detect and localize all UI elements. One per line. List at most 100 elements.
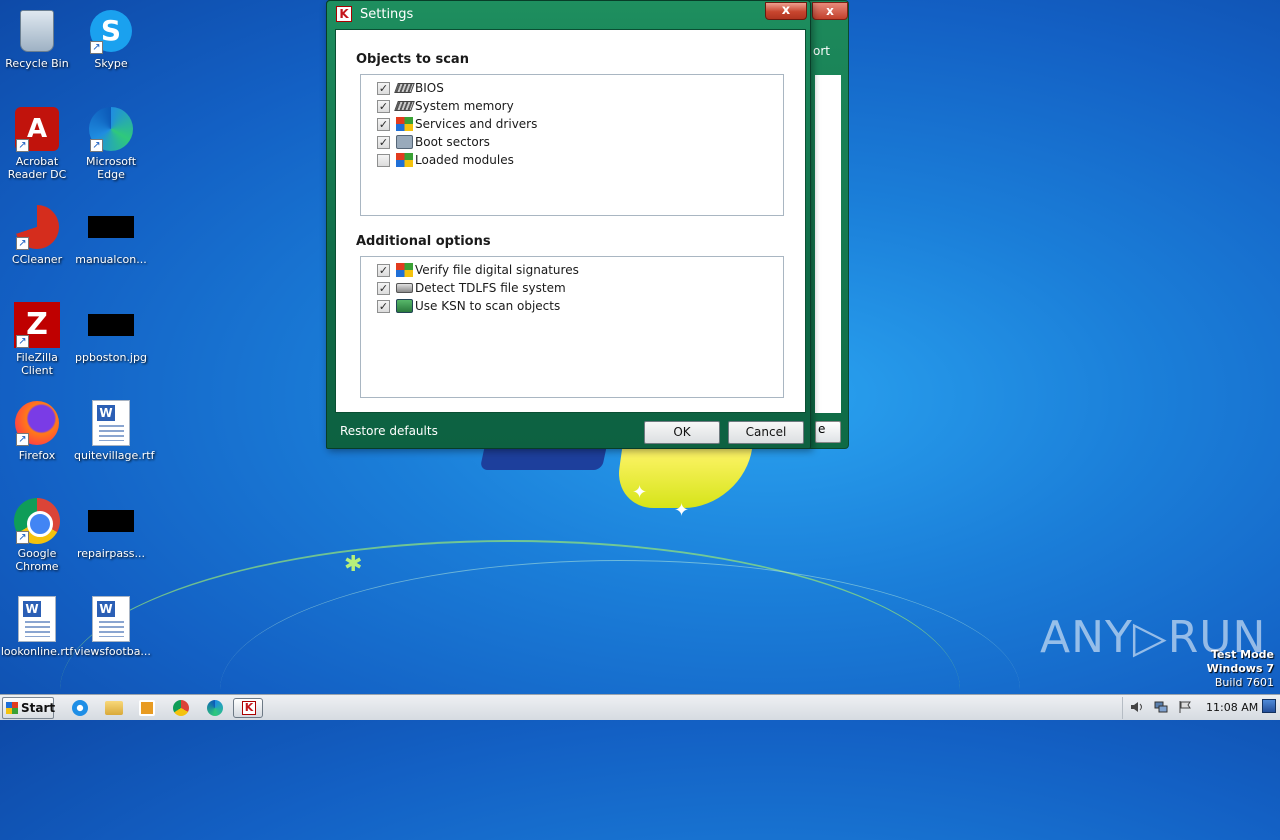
chip-icon xyxy=(394,101,415,111)
edge-taskbar-icon[interactable] xyxy=(207,700,223,716)
detect-tdlfs-checkbox[interactable]: ✓ xyxy=(377,281,390,295)
shortcut-arrow-icon: ↗ xyxy=(16,139,29,152)
wallpaper-swoosh-thin xyxy=(220,560,1020,820)
verify-signatures-checkbox[interactable]: ✓ xyxy=(377,263,390,277)
system-memory-checkbox[interactable]: ✓ xyxy=(377,99,390,113)
desktop-icon-viewsfootba[interactable]: W viewsfootba... xyxy=(74,596,151,658)
option-label: Detect TDLFS file system xyxy=(415,281,566,295)
dialog-title: Settings xyxy=(360,7,414,22)
loaded-modules-checkbox[interactable] xyxy=(377,153,390,167)
desktop-icon-label: Acrobat Reader DC xyxy=(7,155,67,181)
start-button[interactable]: Start xyxy=(2,697,56,719)
desktop-icon-label: Firefox xyxy=(18,449,56,462)
option-boot-sectors[interactable]: ✓ Boot sectors xyxy=(361,133,783,151)
disk-icon xyxy=(396,283,413,293)
internet-explorer-icon[interactable] xyxy=(72,700,88,716)
desktop-icon-chrome[interactable]: ↗ Google Chrome xyxy=(0,498,74,573)
ok-button[interactable]: OK xyxy=(644,421,720,444)
desktop-icon-manualcon[interactable]: manualcon... xyxy=(74,204,148,266)
desktop-icon-ccleaner[interactable]: ↗ CCleaner xyxy=(0,204,74,266)
shortcut-arrow-icon: ↗ xyxy=(90,139,103,152)
desktop-icon-ppboston[interactable]: ppboston.jpg xyxy=(74,302,148,364)
desktop-icon-lookonline[interactable]: W lookonline.rtf xyxy=(0,596,74,658)
option-label: Loaded modules xyxy=(415,153,514,167)
option-label: Use KSN to scan objects xyxy=(415,299,561,313)
filezilla-icon: Z ↗ xyxy=(14,302,60,348)
desktop-icon-filezilla[interactable]: Z ↗ FileZilla Client xyxy=(0,302,74,377)
desktop-icon-label: Skype xyxy=(94,57,128,70)
objects-to-scan-title: Objects to scan xyxy=(356,52,469,67)
desktop-icon-edge[interactable]: ↗ Microsoft Edge xyxy=(74,106,148,181)
speaker-icon[interactable] xyxy=(1130,701,1144,713)
show-desktop-button[interactable] xyxy=(1262,699,1276,713)
test-mode-watermark: Test Mode Windows 7 Build 7601 xyxy=(1207,648,1274,690)
skype-icon: S ↗ xyxy=(88,8,134,54)
test-mode-label: Test Mode xyxy=(1211,648,1274,661)
desktop-icon-quitevillage[interactable]: W quitevillage.rtf xyxy=(74,400,154,462)
settings-dialog: K Settings x Objects to scan ✓ BIOS ✓ Sy… xyxy=(326,0,811,449)
desktop-icon-acrobat[interactable]: A ↗ Acrobat Reader DC xyxy=(0,106,74,181)
option-verify-signatures[interactable]: ✓ Verify file digital signatures xyxy=(361,261,783,279)
desktop-icon-label: repairpass... xyxy=(76,547,146,560)
desktop-icon-label: CCleaner xyxy=(11,253,63,266)
option-bios[interactable]: ✓ BIOS xyxy=(361,79,783,97)
kaspersky-taskbar-button[interactable]: K xyxy=(233,698,263,718)
main-window-partial-button[interactable]: e xyxy=(815,421,841,443)
word-document-icon: W xyxy=(14,596,60,642)
word-document-icon: W xyxy=(88,400,134,446)
option-use-ksn[interactable]: ✓ Use KSN to scan objects xyxy=(361,297,783,315)
shortcut-arrow-icon: ↗ xyxy=(90,41,103,54)
close-button[interactable]: x xyxy=(765,2,807,20)
ksn-icon xyxy=(396,299,413,313)
taskbar: Start K 11:08 AM xyxy=(0,694,1280,720)
desktop-icon-label: FileZilla Client xyxy=(16,351,58,377)
use-ksn-checkbox[interactable]: ✓ xyxy=(377,299,390,313)
main-window-partial-label[interactable]: ort xyxy=(813,44,830,58)
desktop-icon-firefox[interactable]: ↗ Firefox xyxy=(0,400,74,462)
desktop-icon-label: quitevillage.rtf xyxy=(74,449,155,462)
dialog-content: Objects to scan ✓ BIOS ✓ System memory ✓… xyxy=(335,29,806,413)
bios-checkbox[interactable]: ✓ xyxy=(377,81,390,95)
boot-sector-icon xyxy=(396,135,413,149)
main-window-close-button[interactable]: x xyxy=(812,2,848,20)
desktop-icon-label: Microsoft Edge xyxy=(85,155,137,181)
option-label: System memory xyxy=(415,99,514,113)
option-detect-tdlfs[interactable]: ✓ Detect TDLFS file system xyxy=(361,279,783,297)
desktop-icon-recycle-bin[interactable]: Recycle Bin xyxy=(0,8,74,70)
media-player-icon[interactable] xyxy=(139,700,155,716)
option-services-drivers[interactable]: ✓ Services and drivers xyxy=(361,115,783,133)
boot-sectors-checkbox[interactable]: ✓ xyxy=(377,135,390,149)
option-label: BIOS xyxy=(415,81,444,95)
explorer-folder-icon[interactable] xyxy=(105,701,123,715)
file-icon xyxy=(88,204,134,250)
action-center-flag-icon[interactable] xyxy=(1178,701,1192,713)
cancel-button[interactable]: Cancel xyxy=(728,421,804,444)
desktop-icon-label: Google Chrome xyxy=(15,547,59,573)
windows-icon xyxy=(396,117,413,131)
start-label: Start xyxy=(21,701,56,715)
network-icon[interactable] xyxy=(1154,701,1168,713)
option-system-memory[interactable]: ✓ System memory xyxy=(361,97,783,115)
dialog-titlebar[interactable]: K Settings x xyxy=(327,1,810,27)
chip-icon xyxy=(394,83,415,93)
wallpaper-flag-blue xyxy=(479,448,607,470)
restore-defaults-link[interactable]: Restore defaults xyxy=(340,424,438,438)
services-drivers-checkbox[interactable]: ✓ xyxy=(377,117,390,131)
file-icon xyxy=(88,498,134,544)
desktop-icon-repairpass[interactable]: repairpass... xyxy=(74,498,148,560)
objects-to-scan-list: ✓ BIOS ✓ System memory ✓ Services and dr… xyxy=(360,74,784,216)
clock[interactable]: 11:08 AM xyxy=(1206,701,1258,714)
word-document-icon: W xyxy=(88,596,134,642)
option-label: Verify file digital signatures xyxy=(415,263,579,277)
additional-options-list: ✓ Verify file digital signatures ✓ Detec… xyxy=(360,256,784,398)
sparkle-icon: ✦ xyxy=(632,482,648,503)
chrome-taskbar-icon[interactable] xyxy=(173,700,189,716)
main-window-partial-button-label: e xyxy=(818,422,826,436)
firefox-icon: ↗ xyxy=(14,400,60,446)
main-window-pane xyxy=(815,75,841,413)
option-loaded-modules[interactable]: Loaded modules xyxy=(361,151,783,169)
windows-logo-icon xyxy=(6,702,18,714)
ccleaner-icon: ↗ xyxy=(14,204,60,250)
desktop-icon-skype[interactable]: S ↗ Skype xyxy=(74,8,148,70)
sparkle-icon: ✱ xyxy=(344,552,363,577)
